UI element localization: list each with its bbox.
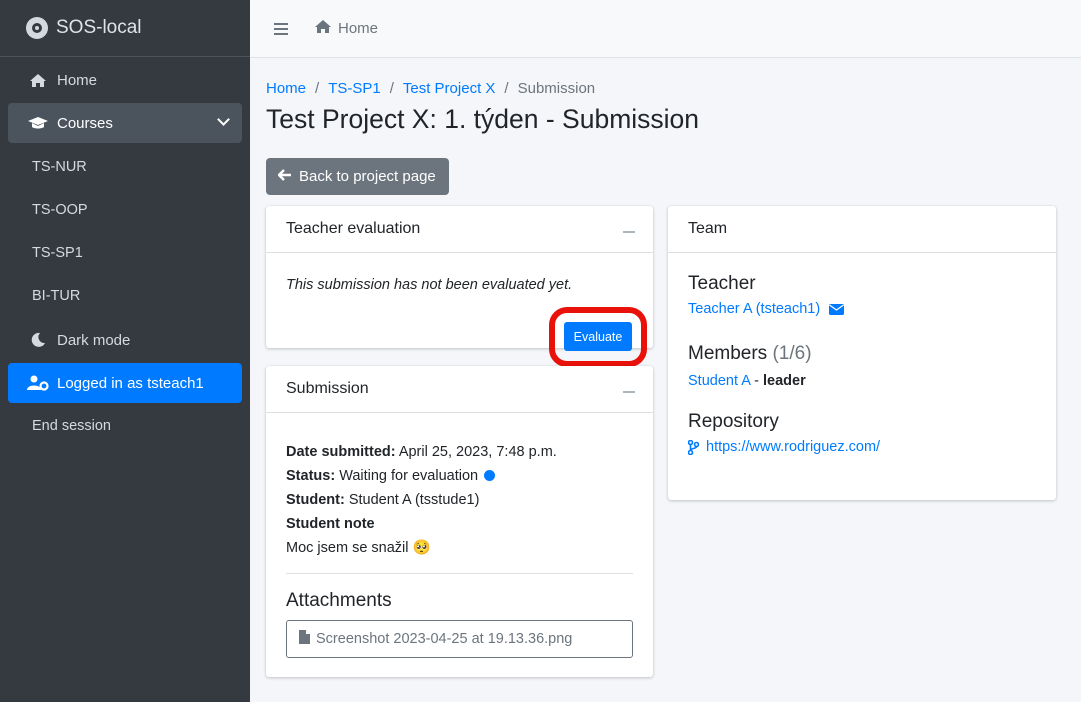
member-row: Student A - leader	[688, 373, 806, 389]
sidebar-item-bi-tur[interactable]: BI-TUR	[0, 274, 250, 317]
chevron-down-icon	[217, 113, 230, 126]
attachment-file-button[interactable]: Screenshot 2023-04-25 at 19.13.36.png	[286, 620, 633, 658]
status-dot-icon	[484, 470, 496, 481]
breadcrumb-course[interactable]: TS-SP1	[328, 80, 381, 97]
sidebar-item-logged-in[interactable]: Logged in as tsteach1	[8, 363, 242, 403]
collapse-icon[interactable]	[623, 391, 635, 393]
main-content: Home / TS-SP1 / Test Project X / Submiss…	[266, 58, 1081, 677]
topbar-home-label: Home	[338, 20, 379, 37]
sidebar-item-label: Home	[57, 71, 98, 89]
status-row: Status: Waiting for evaluation	[286, 464, 633, 488]
sidebar-item-ts-nur[interactable]: TS-NUR	[0, 145, 250, 188]
moon-icon	[27, 332, 49, 348]
topbar: Home	[250, 0, 1081, 58]
sidebar-item-dark-mode[interactable]: Dark mode	[8, 320, 242, 360]
arrow-left-icon	[277, 168, 292, 186]
card-title: Submission	[286, 380, 369, 397]
menu-toggle-icon[interactable]	[274, 22, 288, 35]
divider	[286, 573, 633, 574]
sidebar-item-end-session[interactable]: End session	[0, 404, 250, 447]
evaluate-button[interactable]: Evaluate	[564, 322, 632, 351]
code-branch-icon	[688, 439, 699, 455]
home-icon	[314, 19, 332, 39]
sidebar-item-ts-sp1[interactable]: TS-SP1	[0, 231, 250, 274]
sidebar-item-label: Courses	[57, 114, 113, 132]
teacher-evaluation-card: Teacher evaluation This submission has n…	[266, 206, 653, 367]
evaluation-message: This submission has not been evaluated y…	[286, 277, 573, 293]
teacher-link[interactable]: Teacher A (tsteach1)	[688, 301, 820, 317]
envelope-icon[interactable]	[829, 303, 845, 315]
back-button-label: Back to project page	[299, 168, 436, 185]
members-count: (1/6)	[772, 343, 812, 364]
lifebuoy-icon	[26, 17, 48, 39]
graduation-cap-icon	[27, 116, 49, 130]
page-title: Test Project X: 1. týden - Submission	[266, 104, 700, 134]
member-link[interactable]: Student A	[688, 373, 750, 389]
back-to-project-button[interactable]: Back to project page	[266, 158, 449, 195]
sidebar-item-home[interactable]: Home	[8, 60, 242, 100]
team-card: Team Teacher Teacher A (tsteach1) Member…	[668, 206, 1056, 500]
sidebar-nav: Home Courses	[0, 60, 250, 143]
sidebar-item-label: Logged in as tsteach1	[57, 374, 204, 392]
date-submitted-row: Date submitted: April 25, 2023, 7:48 p.m…	[286, 444, 557, 460]
repository-link[interactable]: https://www.rodriguez.com/	[706, 439, 880, 455]
member-role: leader	[762, 373, 806, 389]
student-row: Student: Student A (tsstude1)	[286, 492, 480, 508]
student-note-label: Student note	[286, 516, 375, 532]
card-title: Team	[688, 220, 728, 237]
brand-title: SOS-local	[56, 17, 142, 38]
attachments-heading: Attachments	[286, 590, 392, 611]
breadcrumb-current: Submission	[517, 79, 596, 97]
teacher-heading: Teacher	[688, 273, 756, 294]
topbar-home-link[interactable]: Home	[314, 19, 378, 39]
breadcrumb: Home / TS-SP1 / Test Project X / Submiss…	[266, 79, 596, 97]
attachment-file-name: Screenshot 2023-04-25 at 19.13.36.png	[316, 631, 573, 647]
sidebar-item-ts-oop[interactable]: TS-OOP	[0, 188, 250, 231]
student-note-text: Moc jsem se snažil 🥺	[286, 540, 431, 556]
breadcrumb-project[interactable]: Test Project X	[403, 80, 496, 97]
user-cog-icon	[27, 375, 49, 391]
members-heading: Members (1/6)	[688, 343, 812, 364]
file-icon	[299, 630, 310, 648]
home-icon	[27, 73, 49, 88]
sidebar: SOS-local Home Courses TS-NUR TS-OOP TS-…	[0, 0, 250, 702]
submission-card: Submission Date submitted: April 25, 202…	[266, 366, 653, 677]
repository-heading: Repository	[688, 411, 779, 432]
sidebar-item-label: Dark mode	[57, 331, 131, 349]
sidebar-item-courses[interactable]: Courses	[8, 103, 242, 143]
card-title: Teacher evaluation	[286, 220, 421, 237]
collapse-icon[interactable]	[623, 231, 635, 233]
brand[interactable]: SOS-local	[0, 0, 250, 57]
breadcrumb-home[interactable]: Home	[266, 80, 306, 97]
